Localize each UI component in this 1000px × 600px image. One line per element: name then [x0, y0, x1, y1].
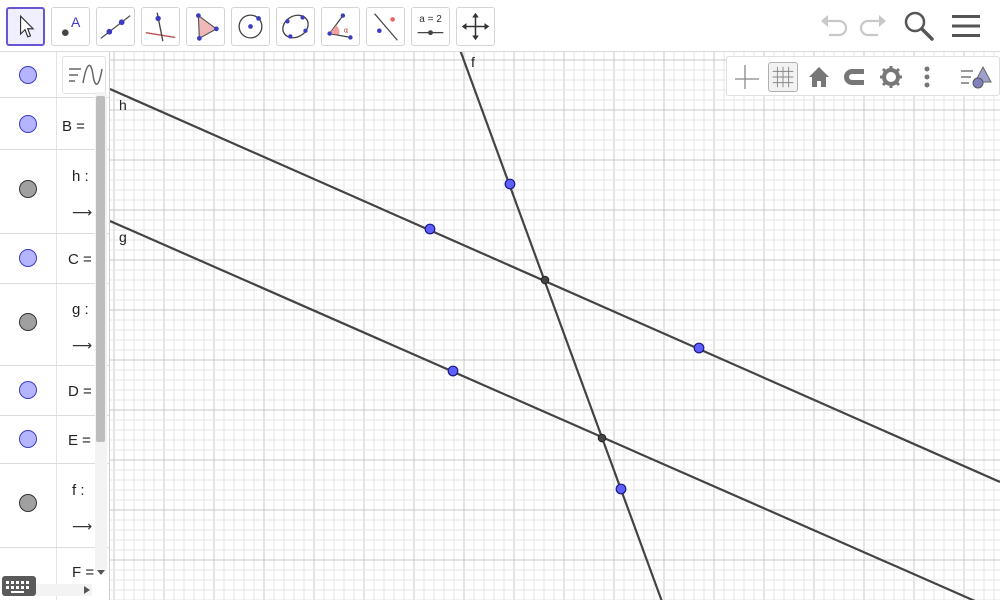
toggle-axes-button[interactable] [732, 62, 762, 92]
polygon-icon [196, 13, 219, 41]
free-point-3[interactable] [693, 342, 705, 354]
grid-icon [772, 66, 794, 88]
line-label-h: h [119, 97, 127, 113]
undo-button[interactable] [817, 8, 853, 44]
algebra-row-B[interactable]: B = [0, 98, 109, 150]
algebra-text-F[interactable]: F = [72, 564, 94, 581]
visibility-marble-D[interactable] [19, 381, 37, 399]
axes-icon [735, 65, 759, 89]
algebra-text-h[interactable]: h : [72, 168, 89, 185]
svg-text:α: α [344, 27, 349, 35]
algebra-horizontal-scrollbar[interactable] [36, 584, 92, 596]
definition-arrow-f: ⟶ [72, 518, 93, 534]
search-icon [904, 11, 934, 41]
polygon-tool[interactable] [186, 7, 225, 46]
algebra-view: B = h : ⟶ C = g : ⟶ D = E = f: ⟶ F = [0, 52, 110, 600]
visibility-marble-E[interactable] [19, 430, 37, 448]
algebra-scrollbar-thumb[interactable] [96, 96, 105, 442]
graphics-style-bar [726, 56, 1000, 96]
more-options-button[interactable] [912, 62, 942, 92]
reflect-icon [374, 13, 398, 41]
point-tool[interactable]: A [51, 7, 90, 46]
perpendicular-line-icon [145, 12, 176, 42]
standard-view-button[interactable] [804, 62, 834, 92]
undo-icon [821, 15, 848, 37]
algebra-input-marble[interactable] [19, 66, 37, 84]
slider-tool[interactable]: a = 2 [411, 7, 450, 46]
line-label-f: f [471, 54, 475, 70]
style-bar-toggle-icon [961, 65, 992, 89]
graphics-canvas[interactable] [110, 52, 1000, 600]
magnet-icon [844, 69, 864, 85]
algebra-row-g[interactable]: g : ⟶ [0, 284, 109, 366]
scroll-down-icon[interactable] [95, 568, 107, 578]
line-f[interactable] [459, 52, 664, 600]
circle-center-point-tool[interactable] [231, 7, 270, 46]
line-label-g: g [119, 229, 127, 245]
algebra-text-f[interactable]: f : [72, 482, 85, 499]
algebra-text-C[interactable]: C = [68, 251, 92, 268]
angle-tool[interactable]: α [321, 7, 360, 46]
visibility-marble-g[interactable] [19, 313, 37, 331]
line-tool[interactable] [96, 7, 135, 46]
algebra-text-g[interactable]: g : [72, 301, 89, 318]
algebra-text-B[interactable]: B = [62, 118, 85, 135]
menu-icon [952, 15, 980, 37]
angle-icon: α [327, 13, 353, 40]
free-point-5[interactable] [615, 483, 627, 495]
algebra-text-D[interactable]: D = [68, 383, 92, 400]
reflect-about-line-tool[interactable] [366, 7, 405, 46]
definition-arrow-h: ⟶ [72, 204, 93, 220]
more-vertical-icon [924, 66, 930, 88]
circle-icon [238, 14, 263, 39]
algebra-text-E[interactable]: E = [68, 432, 91, 449]
definition-arrow-g: ⟶ [72, 337, 93, 353]
algebra-sort-icon [69, 64, 103, 85]
free-point-1[interactable] [504, 178, 516, 190]
algebra-row-h[interactable]: h : ⟶ [0, 150, 109, 234]
intersection-point-2[interactable] [597, 433, 607, 443]
free-point-2[interactable] [424, 223, 436, 235]
move-tool[interactable] [6, 7, 45, 46]
visibility-marble-h[interactable] [19, 180, 37, 198]
intersection-point-1[interactable] [540, 275, 550, 285]
search-button[interactable] [900, 8, 936, 44]
visibility-marble-C[interactable] [19, 249, 37, 267]
gear-icon [880, 66, 902, 88]
geogebra-app: A α a = 2 B = h: ⟶ C = g: ⟶ D = E = f … [0, 0, 1000, 600]
scroll-right-icon[interactable] [82, 585, 92, 595]
algebra-row-f[interactable]: f : ⟶ [0, 464, 109, 548]
graphics-view[interactable]: h g f [110, 52, 1000, 600]
conic-icon [282, 14, 309, 39]
toolbar: A α a = 2 [0, 0, 1000, 52]
graphics-settings-button[interactable] [876, 62, 906, 92]
home-icon [809, 67, 829, 87]
point-capturing-button[interactable] [840, 62, 870, 92]
visibility-marble-f[interactable] [19, 494, 37, 512]
move-graphics-view-tool[interactable] [456, 7, 495, 46]
redo-button[interactable] [854, 8, 890, 44]
style-bar-toggle-button[interactable] [959, 62, 993, 92]
algebra-style-button[interactable] [62, 56, 106, 94]
algebra-row-C[interactable]: C = [0, 234, 109, 284]
algebra-row-E[interactable]: E = [0, 416, 109, 464]
slider-icon [417, 30, 444, 36]
redo-icon [859, 15, 886, 37]
cursor-arrow-icon [19, 14, 35, 38]
conic-five-points-tool[interactable] [276, 7, 315, 46]
line-icon [100, 15, 131, 39]
move-arrows-icon [461, 12, 490, 41]
perpendicular-line-tool[interactable] [141, 7, 180, 46]
algebra-row-D[interactable]: D = [0, 366, 109, 416]
keyboard-icon [6, 581, 29, 593]
main-menu-button[interactable] [948, 8, 984, 44]
free-point-4[interactable] [447, 365, 459, 377]
point-tool-label: A [71, 14, 81, 30]
toggle-grid-button[interactable] [768, 62, 798, 92]
keyboard-button[interactable] [2, 576, 36, 596]
visibility-marble-B[interactable] [19, 115, 37, 133]
